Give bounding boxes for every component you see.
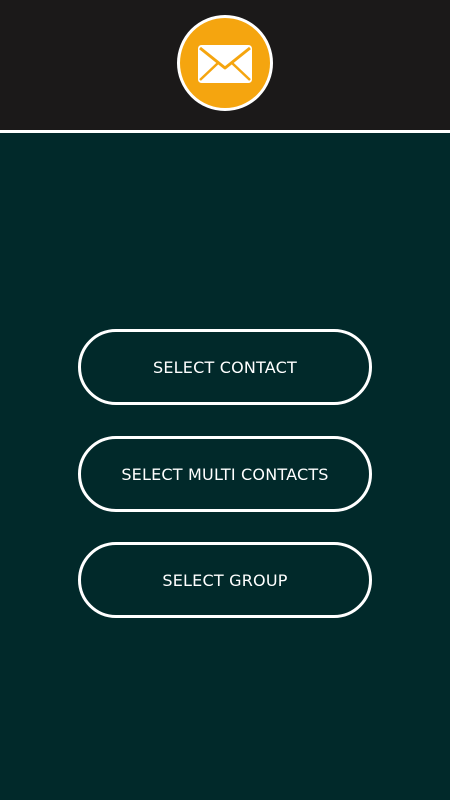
select-contact-button[interactable]: SELECT CONTACT [78, 329, 372, 405]
select-group-button[interactable]: SELECT GROUP [78, 542, 372, 618]
app-header [0, 0, 450, 130]
app-logo [177, 15, 273, 111]
select-multi-contacts-button[interactable]: SELECT MULTI CONTACTS [78, 436, 372, 512]
envelope-icon [198, 45, 252, 83]
